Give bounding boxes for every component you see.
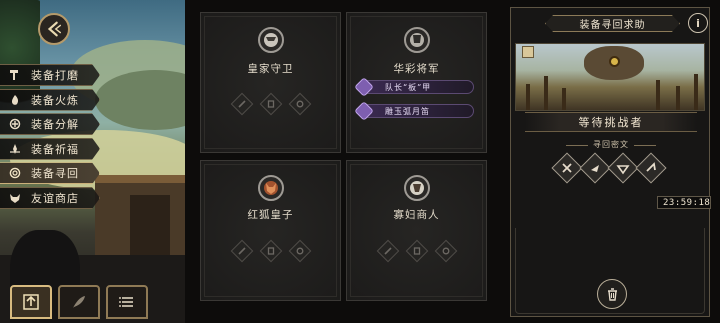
swirl-icon (8, 166, 22, 180)
slot-panel-general[interactable]: 华彩将军 队长“板”甲 雕玉弧月笛 (346, 12, 487, 153)
armor-slot-icon[interactable] (259, 239, 282, 263)
info-icon[interactable]: i (688, 13, 708, 33)
requirement-item[interactable]: 雕玉弧月笛 (354, 101, 474, 121)
weapon-slot-icon[interactable] (230, 239, 253, 263)
accessory-slot-icon[interactable] (288, 239, 311, 263)
rune-beak-icon[interactable] (579, 152, 611, 184)
countdown-timer: 23:59:18 (657, 196, 711, 209)
armor-slot-icon[interactable] (405, 239, 428, 263)
menu-item-dismantle[interactable]: 装备分解 (0, 113, 100, 136)
flute-gem-icon (354, 101, 374, 121)
cipher-title: 寻回密文 (511, 139, 711, 150)
back-button[interactable] (38, 13, 70, 45)
menu-item-bless[interactable]: 装备祈福 (0, 137, 100, 160)
accessory-slot-icon[interactable] (434, 239, 457, 263)
list-button[interactable] (106, 285, 148, 319)
menu-item-label: 装备火炼 (31, 93, 79, 107)
flame-icon (8, 93, 22, 107)
menu-item-fire[interactable]: 装备火炼 (0, 88, 100, 111)
weapon-slot-icon[interactable] (376, 239, 399, 263)
hammer-icon (8, 68, 22, 82)
armor-slot-icon[interactable] (259, 92, 282, 116)
requirement-item[interactable]: 队长“板”甲 (354, 77, 474, 97)
slot-panel-widow-merchant[interactable]: 寡妇商人 (346, 160, 487, 301)
bless-icon (8, 142, 22, 156)
chevron-left-icon (47, 21, 62, 37)
trash-button[interactable] (597, 279, 627, 309)
banner-tag-icon (522, 46, 534, 58)
menu-item-label: 友谊商店 (31, 191, 79, 205)
side-menu: 装备打磨 装备火炼 装备分解 装备祈福 装备寻回 友谊商店 (0, 64, 100, 212)
upload-button[interactable] (10, 285, 52, 319)
slot-panel-royal-guard[interactable]: 皇家守卫 (200, 12, 341, 153)
game-screen: 装备打磨 装备火炼 装备分解 装备祈福 装备寻回 友谊商店 皇家守卫 华彩将军 … (0, 0, 720, 323)
list-icon (119, 297, 133, 307)
panel-title-bar: 装备寻回求助 (545, 15, 680, 32)
cipher-row (551, 152, 667, 184)
weapon-slot-icon[interactable] (230, 92, 253, 116)
bottom-bar (10, 285, 148, 319)
slot-panel-fox-prince[interactable]: 红狐皇子 (200, 160, 341, 301)
requirement-label: 雕玉弧月笛 (385, 106, 430, 116)
timer-value: 23:59:18 (663, 197, 711, 208)
requirement-label: 队长“板”甲 (385, 82, 432, 92)
dissolve-icon (8, 117, 22, 131)
fox-icon (8, 191, 22, 205)
slot-equipment-icons (347, 239, 486, 263)
retrieve-help-panel: 装备寻回求助 i 等待挑战者 寻回密文 23:59:18 (510, 7, 711, 317)
slot-equipment-icons (201, 92, 340, 116)
panel-title: 装备寻回求助 (579, 20, 646, 31)
slot-name: 皇家守卫 (247, 63, 294, 75)
upload-icon (23, 294, 39, 310)
challenger-label: 等待挑战者 (578, 116, 644, 129)
slot-name: 华彩将军 (393, 63, 440, 75)
widow-merchant-portrait (403, 175, 430, 201)
menu-item-label: 装备打磨 (31, 69, 79, 82)
challenger-status: 等待挑战者 (525, 112, 697, 132)
menu-item-retrieve[interactable]: 装备寻回 (0, 162, 100, 185)
armor-gem-icon (354, 77, 374, 97)
trash-icon (607, 287, 617, 301)
slot-name: 寡妇商人 (393, 209, 440, 221)
menu-item-label: 装备分解 (31, 118, 79, 132)
accessory-slot-icon[interactable] (288, 92, 311, 116)
rune-x-icon[interactable] (551, 152, 583, 184)
rune-hook-icon[interactable] (635, 152, 667, 184)
general-portrait (403, 27, 430, 53)
royal-guard-portrait (257, 27, 284, 53)
feather-button[interactable] (58, 285, 100, 319)
menu-item-friend-shop[interactable]: 友谊商店 (0, 186, 100, 209)
menu-item-label: 装备寻回 (31, 167, 79, 181)
feather-icon (73, 296, 85, 308)
slot-name: 红狐皇子 (247, 209, 294, 221)
menu-item-label: 装备祈福 (31, 142, 79, 156)
challenger-banner-image (515, 43, 705, 111)
rune-wing-icon[interactable] (607, 152, 639, 184)
menu-item-polish[interactable]: 装备打磨 (0, 64, 100, 86)
slot-equipment-icons (201, 239, 340, 263)
fox-prince-portrait (257, 175, 284, 201)
